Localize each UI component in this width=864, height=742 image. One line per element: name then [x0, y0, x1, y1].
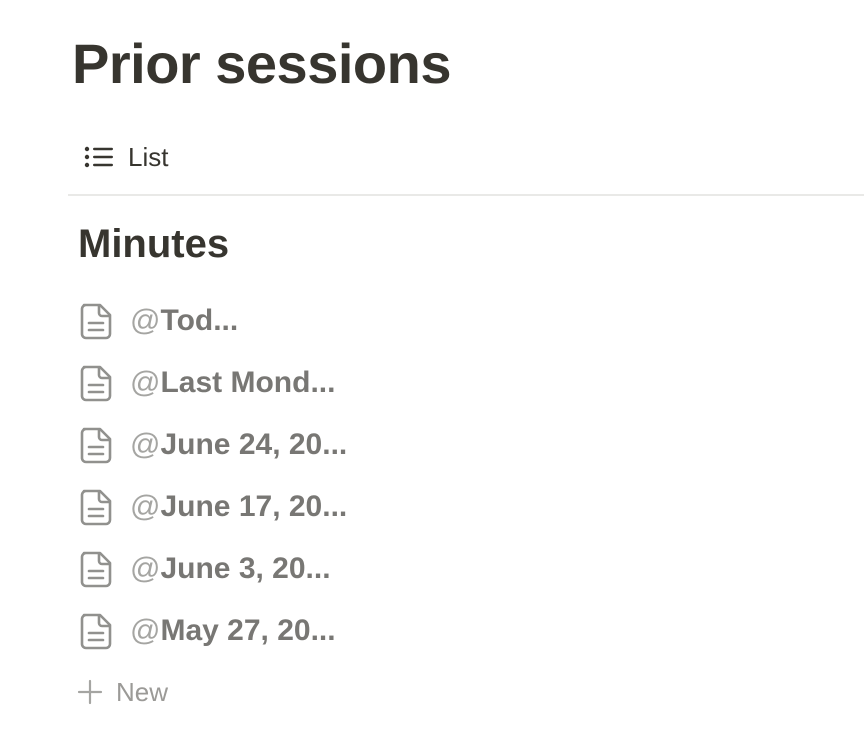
list-item[interactable]: @Tod...: [78, 290, 347, 352]
item-title-text: June 3, 20...: [160, 552, 331, 585]
item-title: @Tod...: [130, 301, 238, 341]
document-icon: [78, 425, 114, 465]
mention-prefix: @: [130, 490, 161, 523]
mention-prefix: @: [130, 428, 161, 461]
mention-prefix: @: [130, 552, 161, 585]
new-item-label: New: [116, 677, 169, 707]
item-title-text: Tod...: [160, 304, 239, 337]
document-icon: [78, 487, 114, 527]
tab-list-view[interactable]: List: [84, 138, 168, 176]
list-item[interactable]: @June 3, 20...: [78, 538, 347, 600]
item-title: @June 17, 20...: [130, 487, 347, 527]
mention-prefix: @: [130, 366, 161, 399]
page-title: Prior sessions: [72, 32, 451, 95]
document-icon: [78, 549, 114, 589]
mention-prefix: @: [130, 614, 161, 647]
list-item[interactable]: @Last Mond...: [78, 352, 347, 414]
view-divider: [68, 194, 864, 196]
list-item[interactable]: @May 27, 20...: [78, 600, 347, 662]
document-icon: [78, 363, 114, 403]
item-title: @June 24, 20...: [130, 425, 347, 465]
minutes-list: @Tod... @Last Mond... @June 24, 20... @J…: [78, 290, 347, 662]
group-title: Minutes: [78, 222, 230, 266]
view-tab-label: List: [128, 142, 169, 172]
list-item[interactable]: @June 24, 20...: [78, 414, 347, 476]
item-title-text: Last Mond...: [160, 366, 336, 399]
new-item-button[interactable]: New: [76, 672, 168, 712]
document-icon: [78, 611, 114, 651]
plus-icon: [76, 678, 104, 706]
list-item[interactable]: @June 17, 20...: [78, 476, 347, 538]
item-title: @June 3, 20...: [130, 549, 331, 589]
document-icon: [78, 301, 114, 341]
list-icon: [84, 146, 114, 168]
item-title: @May 27, 20...: [130, 611, 336, 651]
item-title-text: May 27, 20...: [160, 614, 336, 647]
item-title-text: June 24, 20...: [160, 428, 348, 461]
mention-prefix: @: [130, 304, 161, 337]
item-title-text: June 17, 20...: [160, 490, 348, 523]
item-title: @Last Mond...: [130, 363, 335, 403]
